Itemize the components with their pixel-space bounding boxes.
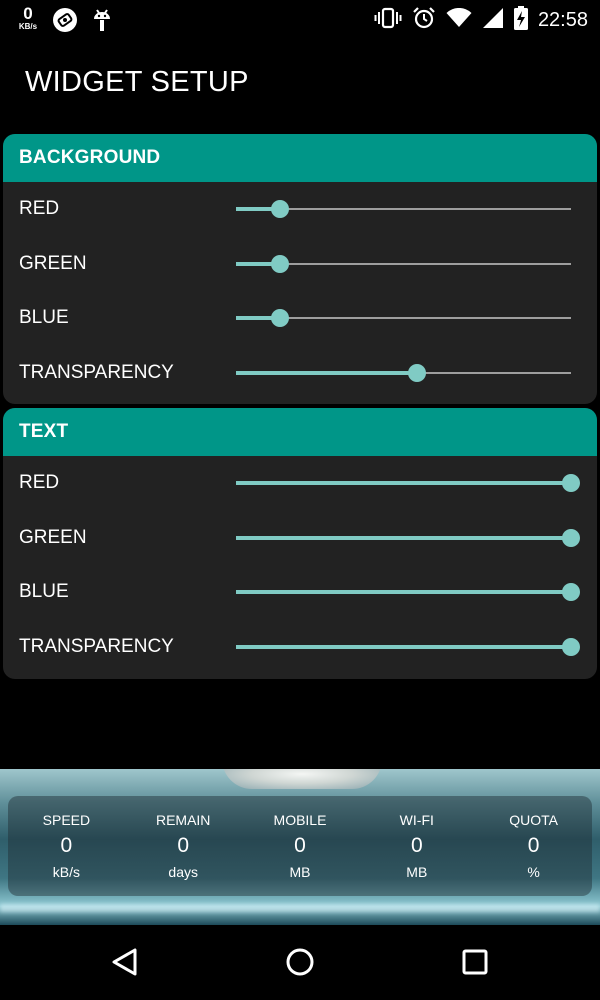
slider-fill [236, 371, 417, 376]
section-header-background: BACKGROUND [3, 134, 597, 182]
status-icons: 22:58 [374, 5, 588, 35]
slider-label: RED [19, 472, 60, 494]
slider-fill [236, 535, 571, 540]
slider-label: TRANSPARENCY [19, 362, 174, 384]
stat-unit: days [168, 864, 198, 880]
stat-value: 0 [410, 834, 423, 857]
background-green-slider[interactable] [236, 254, 571, 273]
section-header-text: TEXT [3, 408, 597, 456]
slider-thumb[interactable] [562, 474, 580, 493]
slider-row-text-red: RED [3, 456, 597, 511]
text-section: TEXT RED GREEN BLUE TRANSPARENCY [3, 408, 597, 679]
navigation-bar [0, 925, 600, 1000]
alarm-icon [412, 6, 436, 35]
slider-fill [236, 481, 571, 486]
stat-value: 0 [294, 834, 306, 857]
text-transparency-slider[interactable] [236, 638, 580, 657]
page-title: WIDGET SETUP [25, 66, 249, 98]
stat-unit: MB [289, 864, 311, 880]
stat-mobile: MOBILE 0 MB [242, 796, 359, 896]
slider-row-text-green: GREEN [3, 511, 597, 566]
slider-row-background-transparency: TRANSPARENCY [3, 346, 597, 401]
stat-speed: SPEED 0 kB/s [8, 796, 125, 896]
slider-label: BLUE [19, 581, 69, 603]
speed-unit: KB/s [18, 22, 38, 31]
slider-thumb[interactable] [407, 364, 426, 383]
signal-icon [482, 7, 504, 34]
slider-row-text-blue: BLUE [3, 565, 597, 620]
slider-fill [236, 590, 571, 595]
slider-label: BLUE [19, 307, 69, 329]
speed-value: 0 [23, 4, 33, 23]
stat-label: MOBILE [273, 812, 327, 828]
slider-fill [236, 645, 571, 650]
slider-label: GREEN [19, 526, 87, 548]
text-green-slider[interactable] [236, 528, 580, 547]
slider-label: RED [19, 198, 60, 220]
stat-value: 0 [60, 834, 73, 857]
status-bar: 0 KB/s 22:58 [0, 0, 600, 40]
recents-icon[interactable] [458, 945, 492, 979]
slider-row-background-blue: BLUE [3, 291, 597, 346]
battery-charging-icon [513, 5, 528, 35]
section-title: BACKGROUND [19, 147, 161, 168]
stat-label: WI-FI [399, 812, 434, 828]
background-transparency-slider[interactable] [236, 364, 571, 383]
wallpaper-water-shine [0, 904, 600, 912]
stat-wifi: WI-FI 0 MB [358, 796, 475, 896]
vibrate-icon [374, 7, 402, 34]
slider-thumb[interactable] [270, 254, 289, 273]
android-debug-icon [91, 7, 113, 38]
stat-unit: kB/s [52, 864, 81, 880]
slider-thumb[interactable] [270, 309, 289, 328]
text-red-slider[interactable] [236, 474, 580, 493]
wallpaper-lotus-image [222, 769, 382, 789]
stat-value: 0 [177, 834, 190, 857]
widget-preview: SPEED 0 kB/s REMAIN 0 days MOBILE 0 MB W… [0, 769, 600, 925]
background-red-slider[interactable] [236, 200, 571, 219]
stat-quota: QUOTA 0 % [475, 796, 592, 896]
text-blue-slider[interactable] [236, 583, 580, 602]
slider-row-text-transparency: TRANSPARENCY [3, 620, 597, 675]
slider-thumb[interactable] [562, 528, 580, 547]
clock: 22:58 [537, 9, 588, 31]
back-icon[interactable] [108, 945, 142, 979]
slider-thumb[interactable] [270, 200, 289, 219]
slider-row-background-red: RED [3, 182, 597, 237]
stat-label: SPEED [42, 812, 91, 828]
slider-label: TRANSPARENCY [19, 636, 174, 658]
stat-label: QUOTA [509, 812, 558, 828]
slider-thumb[interactable] [562, 638, 580, 657]
stat-value: 0 [527, 834, 540, 857]
background-section: BACKGROUND RED GREEN BLUE TRANSPARENCY [3, 134, 597, 404]
stat-unit: % [527, 864, 540, 880]
background-blue-slider[interactable] [236, 309, 571, 328]
data-usage-widget[interactable]: SPEED 0 kB/s REMAIN 0 days MOBILE 0 MB W… [8, 796, 592, 896]
slider-label: GREEN [19, 252, 87, 274]
stat-label: REMAIN [155, 812, 211, 828]
vpn-app-icon [52, 7, 78, 38]
slider-row-background-green: GREEN [3, 237, 597, 292]
slider-thumb[interactable] [562, 583, 580, 602]
network-speed-indicator: 0 KB/s [14, 4, 42, 31]
wifi-icon [446, 7, 472, 33]
stat-remain: REMAIN 0 days [125, 796, 242, 896]
home-icon[interactable] [283, 945, 317, 979]
stat-unit: MB [406, 864, 428, 880]
section-title: TEXT [19, 421, 69, 442]
